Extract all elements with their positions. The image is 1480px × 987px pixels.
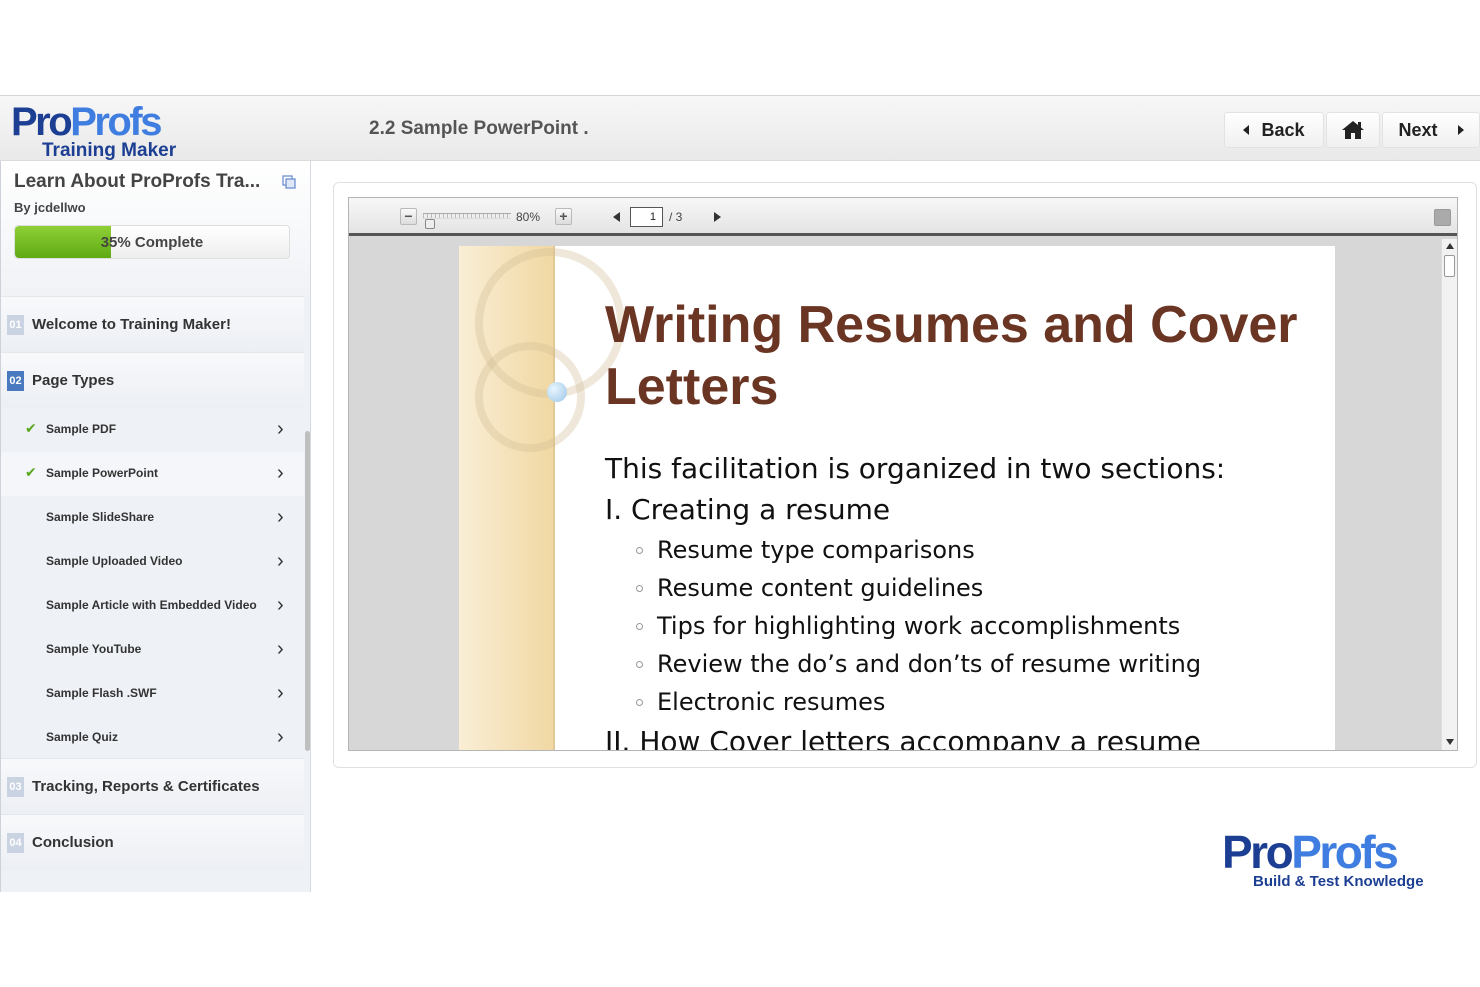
footer-logo-wordmark: ProProfs: [1222, 826, 1399, 878]
slide-page: Writing Resumes and Cover Letters This f…: [459, 246, 1335, 750]
course-sidebar: Learn About ProProfs Tra... By jcdellwo …: [0, 161, 311, 892]
course-info: Learn About ProProfs Tra... By jcdellwo …: [1, 161, 310, 296]
footer-tagline: Build & Test Knowledge: [1253, 873, 1424, 890]
slide-bullet: Review the do’s and don’ts of resume wri…: [605, 645, 1325, 683]
slide-section-1: I. Creating a resume: [605, 493, 891, 526]
scroll-up-icon[interactable]: [1446, 243, 1454, 249]
page-type-item[interactable]: ✔ Sample PDF ›: [1, 408, 304, 452]
slide-bullet: Electronic resumes: [605, 683, 1325, 721]
page-type-item[interactable]: Sample Article with Embedded Video ›: [1, 584, 304, 628]
chevron-right-icon: ›: [277, 726, 284, 748]
chapter-number: 04: [7, 833, 24, 853]
decor-dot: [547, 382, 567, 402]
viewer-scroll-thumb[interactable]: [1444, 255, 1455, 277]
page-type-item[interactable]: Sample SlideShare ›: [1, 496, 304, 540]
table-of-contents: 01 Welcome to Training Maker! 02 Page Ty…: [1, 296, 304, 892]
page-type-label: Sample Flash .SWF: [46, 686, 157, 700]
zoom-slider[interactable]: [423, 213, 511, 219]
page-type-item[interactable]: Sample Flash .SWF ›: [1, 672, 304, 716]
logo-subtitle: Training Maker: [42, 140, 177, 161]
slide-body: This facilitation is organized in two se…: [605, 449, 1325, 750]
zoom-in-button[interactable]: +: [555, 208, 572, 225]
chapter-conclusion[interactable]: 04 Conclusion: [1, 814, 304, 870]
chapter-number: 02: [7, 371, 24, 391]
course-title: Learn About ProProfs Tra...: [14, 171, 261, 192]
training-app: ProProfs Training Maker 2.2 Sample Power…: [0, 95, 1480, 892]
chapter-tracking[interactable]: 03 Tracking, Reports & Certificates: [1, 758, 304, 814]
arrow-right-icon: [1457, 125, 1464, 135]
slide-bullet: Resume type comparisons: [605, 531, 1325, 569]
page-total: / 3: [669, 210, 683, 224]
chevron-right-icon: ›: [277, 462, 284, 484]
checkmark-icon: ✔: [25, 420, 37, 436]
chapter-page-types[interactable]: 02 Page Types: [1, 352, 304, 408]
page-type-label: Sample Quiz: [46, 730, 119, 744]
chapter-title: Conclusion: [32, 834, 114, 851]
home-button[interactable]: [1326, 112, 1380, 148]
home-icon: [1342, 121, 1364, 139]
progress-text: 35% Complete: [100, 234, 204, 251]
page-number-input[interactable]: 1: [630, 207, 663, 227]
chevron-right-icon: ›: [277, 550, 284, 572]
sidebar-scrollbar[interactable]: [305, 431, 310, 751]
page-type-label: Sample Uploaded Video: [46, 554, 183, 568]
chevron-right-icon: ›: [277, 594, 284, 616]
chevron-right-icon: ›: [277, 638, 284, 660]
arrow-left-icon: [1243, 125, 1250, 135]
chapter-number: 01: [7, 315, 24, 335]
page-type-item[interactable]: ✔ Sample PowerPoint ›: [1, 452, 304, 496]
decor-ring: [475, 342, 585, 452]
slide-title: Writing Resumes and Cover Letters: [605, 296, 1298, 416]
chevron-right-icon: ›: [277, 418, 284, 440]
copy-icon[interactable]: [282, 175, 296, 189]
next-button-label: Next: [1398, 119, 1438, 140]
proprofs-footer-logo[interactable]: ProProfs Build & Test Knowledge: [1222, 828, 1452, 892]
checkmark-icon: ✔: [25, 464, 37, 480]
course-author: By jcdellwo: [14, 200, 86, 215]
page-title: 2.2 Sample PowerPoint .: [369, 118, 589, 139]
proprofs-logo[interactable]: ProProfs Training Maker: [11, 100, 191, 161]
next-page-button[interactable]: [714, 212, 721, 222]
zoom-slider-handle[interactable]: [425, 219, 435, 229]
page-type-label: Sample PowerPoint: [46, 466, 159, 480]
back-button[interactable]: Back: [1224, 112, 1324, 148]
top-header: ProProfs Training Maker 2.2 Sample Power…: [0, 95, 1480, 161]
chapter-title: Welcome to Training Maker!: [32, 316, 231, 333]
scroll-down-icon[interactable]: [1446, 739, 1454, 745]
page-type-label: Sample Article with Embedded Video: [46, 598, 257, 612]
chapter-title: Tracking, Reports & Certificates: [32, 778, 260, 795]
fullscreen-icon[interactable]: [1434, 209, 1451, 226]
back-button-label: Back: [1261, 119, 1305, 140]
zoom-out-button[interactable]: −: [400, 208, 417, 225]
chevron-right-icon: ›: [277, 682, 284, 704]
next-button[interactable]: Next: [1382, 112, 1480, 148]
viewer-scrollbar[interactable]: [1441, 239, 1457, 750]
progress-bar: 35% Complete: [14, 225, 290, 259]
page-type-item[interactable]: Sample Quiz ›: [1, 716, 304, 760]
page-type-item[interactable]: Sample YouTube ›: [1, 628, 304, 672]
chapter-title: Page Types: [32, 372, 115, 389]
page-type-item[interactable]: Sample Uploaded Video ›: [1, 540, 304, 584]
slide-intro: This facilitation is organized in two se…: [605, 452, 1226, 485]
page-type-label: Sample SlideShare: [46, 510, 155, 524]
prev-page-button[interactable]: [613, 212, 620, 222]
logo-wordmark: ProProfs: [11, 100, 162, 144]
slide-bullet: Resume content guidelines: [605, 569, 1325, 607]
document-viewer: − 80% + 1 / 3 Writing Resumes and Cover …: [348, 197, 1458, 751]
slide-bullet: Tips for highlighting work accomplishmen…: [605, 607, 1325, 645]
page-type-label: Sample YouTube: [46, 642, 142, 656]
slide-section-2: II. How Cover letters accompany a resume: [605, 725, 1201, 750]
viewer-toolbar: − 80% + 1 / 3: [349, 198, 1457, 236]
chapter-number: 03: [7, 777, 24, 797]
chapter-welcome[interactable]: 01 Welcome to Training Maker!: [1, 296, 304, 352]
page-type-label: Sample PDF: [46, 422, 117, 436]
chevron-right-icon: ›: [277, 506, 284, 528]
zoom-level: 80%: [516, 210, 541, 224]
